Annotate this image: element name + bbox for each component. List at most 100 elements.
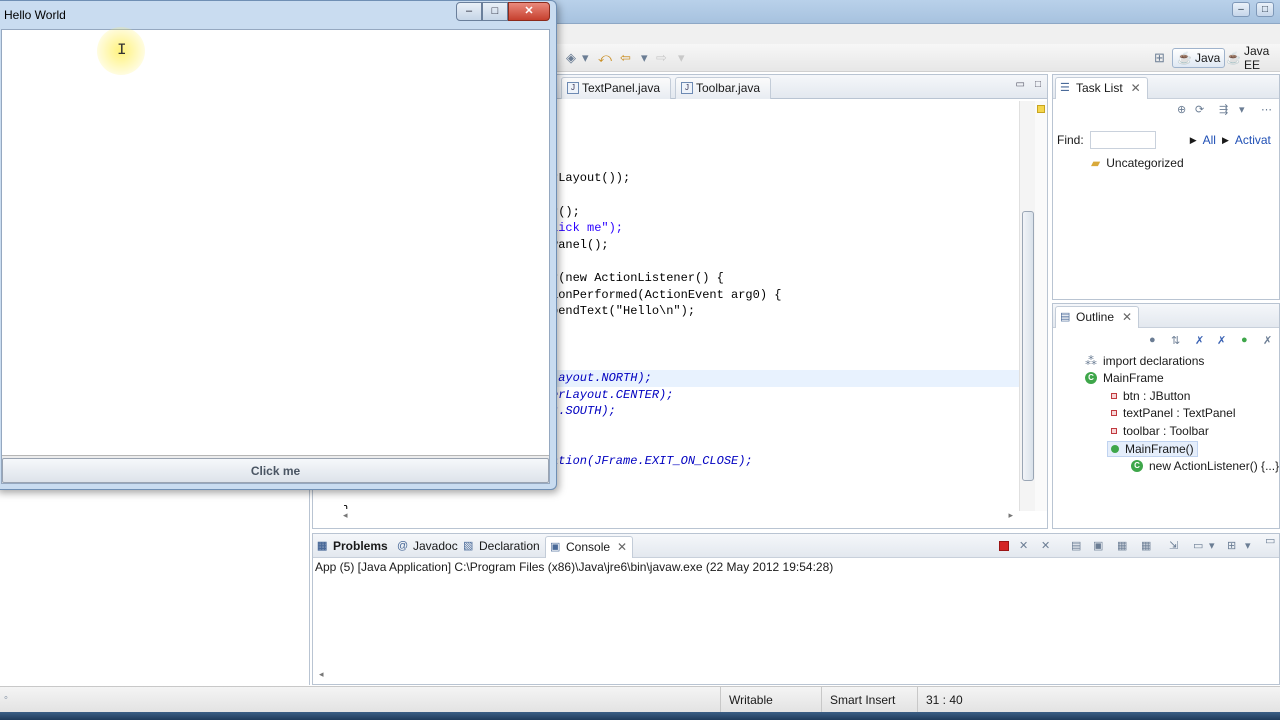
overview-ruler[interactable] bbox=[1035, 101, 1047, 511]
back-arrow-icon[interactable]: ⇦ bbox=[620, 51, 631, 65]
task-category-uncategorized[interactable]: ▰ Uncategorized bbox=[1091, 156, 1184, 170]
console-icon: ▣ bbox=[550, 541, 561, 553]
outline-view: ▤ Outline ✕ ● ⇅ ✗ ✗ ● ✗ ⁂ import declara… bbox=[1052, 303, 1280, 529]
outline-item-constructor[interactable]: MainFrame() bbox=[1107, 441, 1198, 457]
windows-taskbar bbox=[0, 712, 1280, 720]
editor-horizontal-scrollbar[interactable]: ◂ ▸ bbox=[343, 510, 1013, 524]
view-menu-icon[interactable]: ⋯ bbox=[1261, 103, 1272, 116]
outline-item-field[interactable]: toolbar : Toolbar bbox=[1111, 424, 1209, 438]
chevron-down-icon[interactable]: ▾ bbox=[1209, 539, 1215, 552]
private-field-icon bbox=[1111, 428, 1117, 434]
terminate-icon[interactable] bbox=[999, 541, 1009, 551]
display-console-icon[interactable]: ▭ bbox=[1193, 539, 1203, 552]
maximize-icon[interactable]: □ bbox=[482, 2, 508, 21]
code-line: ionPerformed(ActionEvent arg0) { bbox=[551, 288, 782, 302]
outline-item-field[interactable]: textPanel : TextPanel bbox=[1111, 406, 1236, 420]
maximize-icon[interactable]: □ bbox=[1256, 2, 1274, 17]
minimize-icon[interactable]: – bbox=[456, 2, 482, 21]
remove-all-icon[interactable]: ✕ bbox=[1041, 539, 1050, 552]
outline-item-field[interactable]: btn : JButton bbox=[1111, 389, 1190, 403]
problems-icon: ▦ bbox=[317, 540, 328, 552]
text-area[interactable] bbox=[2, 30, 549, 456]
tab-textpanel-java[interactable]: J TextPanel.java bbox=[561, 77, 672, 99]
tab-javadoc[interactable]: @ Javadoc bbox=[393, 536, 464, 558]
task-find-input[interactable] bbox=[1089, 131, 1156, 149]
perspective-java-ee[interactable]: ☕ Java EE bbox=[1226, 44, 1280, 72]
tab-outline[interactable]: ▤ Outline ✕ bbox=[1055, 306, 1140, 328]
sync-icon[interactable]: ⟳ bbox=[1195, 103, 1204, 116]
outline-item-anonymous-class[interactable]: C new ActionListener() {...} bbox=[1131, 459, 1279, 473]
show-console-icon[interactable]: ▦ bbox=[1141, 539, 1151, 552]
sort-icon[interactable]: ⇅ bbox=[1171, 334, 1180, 347]
close-icon[interactable]: ✕ bbox=[1122, 307, 1132, 327]
remove-launch-icon[interactable]: ✕ bbox=[1019, 539, 1028, 552]
forward-arrow-icon[interactable]: ⇨ bbox=[656, 51, 667, 65]
perspective-java[interactable]: ☕ Java bbox=[1172, 48, 1226, 68]
open-console-icon[interactable]: ⊞ bbox=[1227, 539, 1236, 552]
code-line: t.SOUTH); bbox=[551, 404, 616, 418]
declaration-icon: ▧ bbox=[463, 540, 474, 552]
outline-item-class-mainframe[interactable]: C MainFrame bbox=[1085, 371, 1164, 385]
scroll-lock-icon[interactable]: ▣ bbox=[1093, 539, 1103, 552]
imports-icon: ⁂ bbox=[1085, 354, 1097, 368]
ibeam-cursor-icon: I bbox=[117, 41, 127, 59]
minimize-view-icon[interactable]: ▭ bbox=[1016, 79, 1025, 90]
task-list-icon: ☰ bbox=[1060, 82, 1070, 94]
java-file-icon: J bbox=[567, 82, 579, 94]
view-menu-icon[interactable]: ✗ bbox=[1263, 334, 1272, 347]
new-task-icon[interactable]: ⊕ bbox=[1177, 103, 1186, 116]
outline-item-imports[interactable]: ⁂ import declarations bbox=[1085, 354, 1204, 368]
tab-declaration[interactable]: ▧ Declaration bbox=[459, 536, 546, 558]
chevron-down-icon[interactable]: ▾ bbox=[678, 51, 685, 65]
hide-local-types-icon[interactable]: ● bbox=[1241, 334, 1248, 346]
console-tabbar: ▦ Problems @ Javadoc ▧ Declaration ▣ Con… bbox=[313, 534, 1279, 558]
close-icon[interactable]: ✕ bbox=[617, 537, 627, 557]
editor-vertical-scrollbar[interactable] bbox=[1019, 101, 1035, 511]
pin-console-icon[interactable]: ⇲ bbox=[1169, 539, 1178, 552]
scroll-right-icon[interactable]: ▸ bbox=[1008, 510, 1013, 521]
minimize-icon[interactable]: – bbox=[1232, 2, 1250, 17]
chevron-down-icon[interactable]: ▾ bbox=[582, 51, 589, 65]
code-line: erLayout.CENTER); bbox=[551, 388, 674, 402]
task-activate-link[interactable]: Activat bbox=[1235, 133, 1271, 147]
tab-toolbar-java[interactable]: J Toolbar.java bbox=[675, 77, 772, 99]
private-field-icon bbox=[1111, 410, 1117, 416]
scroll-left-icon[interactable]: ◂ bbox=[343, 510, 348, 521]
maximize-view-icon[interactable]: □ bbox=[1035, 79, 1041, 90]
hide-fields-icon[interactable]: ● bbox=[1149, 334, 1156, 346]
categorize-icon[interactable]: ⇶ bbox=[1219, 103, 1228, 116]
hide-static-icon[interactable]: ✗ bbox=[1195, 334, 1204, 347]
task-list-view: ☰ Task List ✕ ⊕ ⟳ ⇶ ▾ ⋯ Find: ▶ All ▶ Ac… bbox=[1052, 74, 1280, 300]
java-ee-perspective-icon: ☕ bbox=[1226, 51, 1241, 65]
arrow-right-icon: ▶ bbox=[1189, 134, 1197, 145]
clear-console-icon[interactable]: ▤ bbox=[1071, 539, 1081, 552]
close-icon[interactable]: ✕ bbox=[508, 2, 550, 21]
open-perspective-icon[interactable]: ⊞ bbox=[1154, 51, 1165, 65]
chevron-down-icon[interactable]: ▾ bbox=[1239, 103, 1245, 116]
click-me-button[interactable]: Click me bbox=[2, 458, 549, 483]
task-all-link[interactable]: All bbox=[1203, 133, 1216, 147]
fast-view-icon[interactable]: ◦ bbox=[4, 692, 8, 704]
tab-problems[interactable]: ▦ Problems bbox=[313, 536, 394, 558]
scrollbar-thumb[interactable] bbox=[1022, 211, 1034, 481]
chevron-down-icon[interactable]: ▾ bbox=[641, 51, 648, 65]
folder-icon: ▰ bbox=[1091, 156, 1101, 170]
tab-task-list[interactable]: ☰ Task List ✕ bbox=[1055, 77, 1148, 99]
scroll-left-icon[interactable]: ◂ bbox=[319, 669, 324, 680]
toolbar-tool-icon[interactable]: ◈ bbox=[566, 51, 576, 65]
javadoc-icon: @ bbox=[397, 540, 409, 552]
code-line: pendText("Hello\n"); bbox=[551, 304, 696, 318]
anonymous-class-icon: C bbox=[1131, 460, 1143, 472]
minimize-view-icon[interactable]: ▭ bbox=[1265, 534, 1275, 547]
warning-marker-icon[interactable] bbox=[1037, 105, 1045, 113]
status-insert-mode: Smart Insert bbox=[821, 687, 917, 713]
private-field-icon bbox=[1111, 393, 1117, 399]
hide-nonpublic-icon[interactable]: ✗ bbox=[1217, 334, 1226, 347]
code-line: r(); bbox=[551, 205, 580, 219]
chevron-down-icon[interactable]: ▾ bbox=[1245, 539, 1251, 552]
hello-world-window: Hello World – □ ✕ Click me I bbox=[0, 0, 557, 490]
word-wrap-icon[interactable]: ▦ bbox=[1117, 539, 1127, 552]
tab-console[interactable]: ▣ Console ✕ bbox=[545, 536, 634, 558]
close-icon[interactable]: ✕ bbox=[1131, 78, 1141, 98]
last-edit-icon[interactable]: ⤺ bbox=[598, 51, 612, 65]
